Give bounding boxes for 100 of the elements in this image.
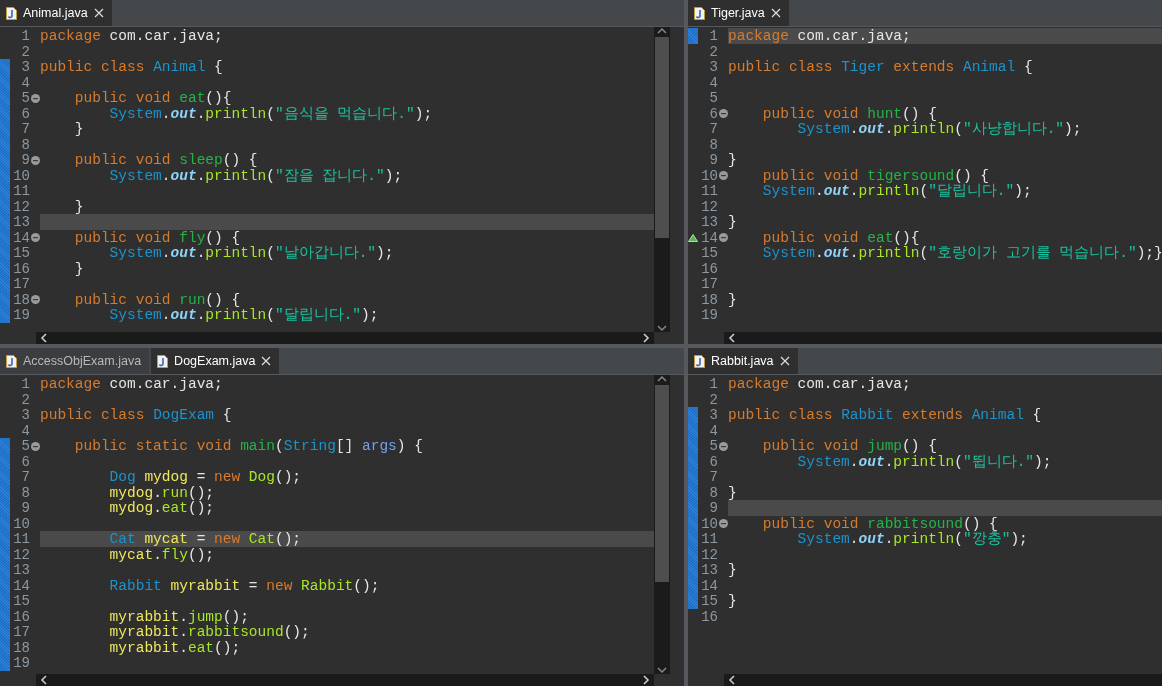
line-number: 6: [708, 453, 718, 470]
line-number: 11: [12, 531, 30, 547]
file-icon: [694, 354, 705, 368]
horizontal-scrollbar[interactable]: [36, 332, 654, 344]
code-line: System.out.println("뜁니다.");: [796, 453, 1052, 470]
file-icon: [694, 6, 705, 20]
code-line: public void sleep() {: [73, 152, 258, 168]
line-number: 10: [12, 167, 30, 184]
collapse-icon[interactable]: [718, 233, 728, 242]
code-line: Cat mycat = new Cat();: [108, 531, 302, 547]
scroll-down-icon[interactable]: [657, 666, 667, 674]
line-number: 9: [708, 500, 718, 516]
code-line: public void hunt() {: [761, 105, 937, 122]
collapse-icon[interactable]: [30, 295, 40, 304]
code-line: package com.car.java;: [728, 376, 911, 392]
line-number: 9: [20, 500, 30, 516]
code-line: public class Rabbit extends Animal {: [728, 407, 1042, 423]
code-line: public void eat(){: [73, 90, 232, 106]
line-number: 11: [12, 183, 30, 199]
code-line: package com.car.java;: [728, 28, 911, 44]
line-number: 15: [700, 245, 718, 261]
line-number: 14: [12, 229, 30, 246]
vertical-scrollbar[interactable]: [654, 27, 670, 332]
code-line: public class Animal {: [40, 59, 223, 75]
line-number: 17: [12, 624, 30, 640]
scrollbar-thumb[interactable]: [655, 385, 669, 583]
editor-tab[interactable]: DogExam.java: [151, 348, 280, 374]
code-line: public static void main(String[] args) {: [73, 438, 423, 454]
collapse-icon[interactable]: [718, 519, 728, 528]
line-number: 3: [20, 407, 30, 423]
vertical-scrollbar[interactable]: [654, 375, 670, 674]
line-number: 8: [20, 136, 30, 153]
line-number: 4: [20, 74, 30, 91]
collapse-icon[interactable]: [30, 155, 40, 165]
collapse-icon[interactable]: [718, 171, 728, 180]
collapse-icon[interactable]: [30, 233, 40, 242]
scroll-up-icon[interactable]: [657, 27, 667, 35]
line-number: 15: [12, 245, 30, 261]
line-number: 12: [12, 546, 30, 563]
code-line: mycat.fly();: [108, 546, 215, 563]
line-number: 1: [20, 376, 30, 392]
line-number: 2: [20, 391, 30, 408]
code-line: System.out.println("깡충");: [797, 531, 1028, 547]
line-number: 3: [20, 59, 30, 75]
line-number: 5: [20, 90, 30, 106]
horizontal-scrollbar[interactable]: [724, 332, 1162, 344]
close-icon[interactable]: [261, 356, 272, 366]
editor-tab[interactable]: Animal.java: [0, 0, 112, 26]
line-number: 18: [12, 639, 30, 656]
line-number: 6: [20, 105, 30, 122]
line-number: 9: [20, 152, 30, 168]
line-number: 7: [708, 469, 718, 485]
code-line: package com.car.java;: [40, 28, 223, 44]
collapse-icon[interactable]: [30, 441, 40, 451]
code-line: }: [73, 198, 84, 215]
line-number: 16: [700, 260, 718, 277]
scroll-up-icon[interactable]: [657, 375, 667, 383]
override-icon: [688, 233, 698, 242]
scroll-left-icon[interactable]: [728, 675, 736, 685]
line-number: 14: [12, 577, 30, 594]
line-number: 2: [20, 43, 30, 60]
editor-tab[interactable]: AccessObjExam.java: [0, 348, 150, 374]
line-number: 19: [12, 307, 30, 323]
code-line: public void eat(){: [761, 229, 920, 246]
line-number: 15: [12, 593, 30, 609]
code-line: mydog.run();: [108, 484, 215, 501]
code-line: myrabbit.eat();: [108, 639, 241, 656]
line-number: 6: [20, 453, 30, 470]
scrollbar-thumb[interactable]: [655, 37, 669, 239]
collapse-icon[interactable]: [718, 441, 728, 451]
line-number: 7: [708, 121, 718, 137]
horizontal-scrollbar[interactable]: [36, 674, 654, 686]
horizontal-scrollbar[interactable]: [724, 674, 1162, 686]
code-line: public void tigersound() {: [761, 167, 990, 184]
code-line: }: [728, 214, 737, 230]
scroll-left-icon[interactable]: [40, 333, 48, 343]
line-number: 5: [20, 438, 30, 454]
close-icon[interactable]: [770, 8, 781, 18]
scroll-left-icon[interactable]: [728, 333, 736, 343]
collapse-icon[interactable]: [718, 109, 728, 118]
line-number: 2: [708, 43, 718, 60]
close-icon[interactable]: [93, 8, 104, 18]
scroll-left-icon[interactable]: [40, 675, 48, 685]
line-number: 12: [700, 546, 718, 563]
collapse-icon[interactable]: [30, 93, 40, 103]
code-line: public void fly() {: [73, 229, 241, 246]
code-line: public void run() {: [73, 291, 241, 308]
code-line: }: [728, 562, 737, 578]
line-number: 18: [700, 291, 718, 308]
line-number: 11: [700, 183, 718, 199]
close-icon[interactable]: [779, 356, 790, 366]
line-number: 13: [12, 214, 30, 230]
scroll-right-icon[interactable]: [642, 675, 650, 685]
line-number: 14: [700, 229, 718, 246]
editor-tab[interactable]: Rabbit.java: [688, 348, 798, 374]
editor-tab[interactable]: Tiger.java: [688, 0, 789, 26]
scroll-right-icon[interactable]: [642, 333, 650, 343]
line-number: 9: [708, 152, 718, 168]
line-number: 16: [700, 608, 718, 625]
scroll-down-icon[interactable]: [657, 324, 667, 332]
